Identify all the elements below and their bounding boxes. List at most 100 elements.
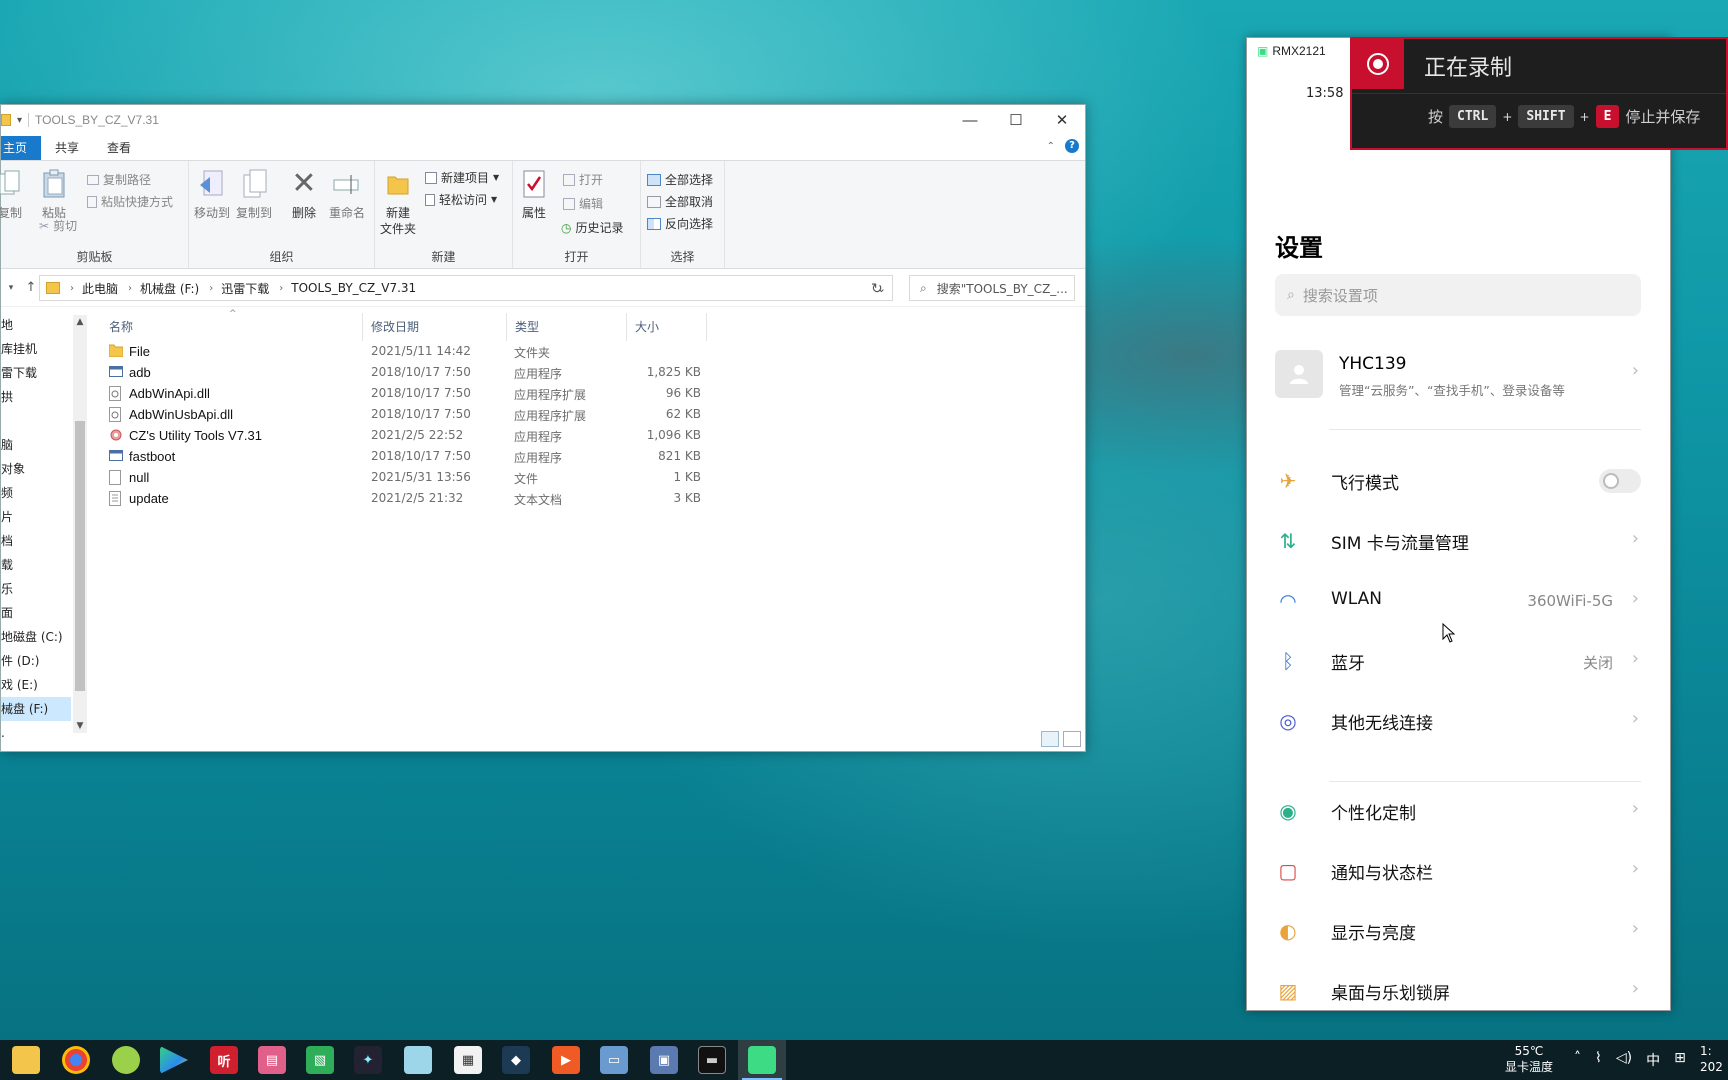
file-row[interactable]: fastboot 2018/10/17 7:50 应用程序 821 KB (101, 446, 1081, 467)
network-app-taskbar-icon[interactable]: ▣ (650, 1046, 678, 1074)
nav-item[interactable]: 库挂机 (1, 337, 71, 361)
history-button[interactable]: ◷ 历史记录 (561, 219, 624, 236)
chevron-right-icon[interactable]: › (128, 283, 132, 294)
keyboard-grid-icon[interactable]: ⊞ (1674, 1050, 1686, 1070)
breadcrumb-xunlei-downloads[interactable]: 迅雷下载 (221, 280, 269, 297)
ime-indicator[interactable]: 中 (1646, 1050, 1660, 1070)
copy-to-button[interactable]: 复制到 (235, 167, 273, 221)
paste-button[interactable]: 粘贴 (39, 167, 69, 221)
file-row[interactable]: AdbWinApi.dll 2018/10/17 7:50 应用程序扩展 96 KB (101, 383, 1081, 404)
large-icons-view-button[interactable] (1063, 731, 1081, 747)
rename-button[interactable]: 重命名 (327, 167, 367, 221)
minimize-button[interactable]: — (947, 105, 993, 135)
settings-row[interactable]: ▨ 桌面与乐划锁屏 › (1275, 968, 1641, 1010)
settings-row[interactable]: ◉ 个性化定制 › (1275, 788, 1641, 832)
file-row[interactable]: null 2021/5/31 13:56 文件 1 KB (101, 467, 1081, 488)
refresh-icon[interactable]: ↻ (871, 281, 883, 297)
column-date[interactable]: 修改日期 (363, 313, 507, 341)
terminal-taskbar-icon[interactable]: ▬ (698, 1046, 726, 1074)
wps-taskbar-icon[interactable]: ▶ (552, 1046, 580, 1074)
image-viewer-taskbar-icon[interactable]: ▧ (306, 1046, 334, 1074)
nav-scrollbar[interactable]: ▲ ▼ (73, 315, 87, 733)
scrollbar-thumb[interactable] (75, 421, 85, 691)
calculator-icon[interactable]: ▦ (454, 1046, 482, 1074)
account-row[interactable]: YHC139 管理“云服务”、“查找手机”、登录设备等 › (1275, 350, 1641, 400)
nav-item[interactable]: 械盘 (F:) (1, 697, 71, 721)
tab-share[interactable]: 共享 (41, 136, 93, 160)
nav-item[interactable]: . (1, 721, 71, 745)
properties-button[interactable]: 属性 (519, 167, 549, 221)
details-view-button[interactable] (1041, 731, 1059, 747)
settings-row[interactable]: ◠ WLAN 360WiFi-5G › (1275, 578, 1641, 622)
close-button[interactable]: ✕ (1039, 105, 1085, 135)
nav-item[interactable]: 面 (1, 601, 71, 625)
help-icon[interactable]: ? (1065, 139, 1079, 153)
file-row[interactable]: AdbWinUsbApi.dll 2018/10/17 7:50 应用程序扩展 62 … (101, 404, 1081, 425)
delete-button[interactable]: ✕ 删除 (289, 167, 319, 221)
column-size[interactable]: 大小 (627, 313, 707, 341)
file-explorer-taskbar-icon[interactable] (12, 1046, 40, 1074)
invert-selection-button[interactable]: 反向选择 (647, 215, 713, 232)
settings-row[interactable]: ᛒ 蓝牙 关闭 › (1275, 638, 1641, 682)
nav-item[interactable]: 对象 (1, 457, 71, 481)
bilibili-taskbar-icon[interactable]: ▤ (258, 1046, 286, 1074)
settings-row[interactable]: ✈ 飞行模式 (1275, 458, 1641, 502)
open-button[interactable]: 打开 (563, 171, 603, 188)
network-icon[interactable]: ⌇ (1595, 1050, 1602, 1070)
tab-home[interactable]: 主页 (1, 136, 42, 160)
copy-button[interactable]: 复制 (0, 167, 25, 221)
settings-row[interactable]: ▢ 通知与状态栏 › (1275, 848, 1641, 892)
chevron-right-icon[interactable]: › (209, 283, 213, 294)
nav-item[interactable]: 雷下载 (1, 361, 71, 385)
volume-icon[interactable]: ◁) (1616, 1050, 1632, 1070)
file-row[interactable]: CZ's Utility Tools V7.31 2021/2/5 22:52 应用… (101, 425, 1081, 446)
nav-item[interactable]: 乐 (1, 577, 71, 601)
chevron-right-icon[interactable]: › (279, 283, 283, 294)
move-to-button[interactable]: 移动到 (193, 167, 231, 221)
settings-search-input[interactable]: ⌕ 搜索设置项 (1275, 274, 1641, 316)
notes-taskbar-icon[interactable] (404, 1046, 432, 1074)
scroll-down-icon[interactable]: ▼ (73, 721, 87, 731)
new-item-button[interactable]: 新建项目 ▼ (425, 169, 499, 186)
nav-item[interactable]: 地 (1, 313, 71, 337)
maximize-button[interactable]: ☐ (993, 105, 1039, 135)
column-type[interactable]: 类型 (507, 313, 627, 341)
recent-locations-icon[interactable]: ▾ (1, 283, 21, 293)
settings-row[interactable]: ◎ 其他无线连接 › (1275, 698, 1641, 742)
chrome-taskbar-icon[interactable] (62, 1046, 90, 1074)
clock[interactable]: 1: 202 (1700, 1043, 1723, 1075)
nav-item[interactable]: 档 (1, 529, 71, 553)
nav-item[interactable]: 载 (1, 553, 71, 577)
remote-desktop-taskbar-icon[interactable]: ▭ (600, 1046, 628, 1074)
easy-access-button[interactable]: 轻松访问 ▼ (425, 191, 497, 208)
address-bar[interactable]: › 此电脑 › 机械盘 (F:) › 迅雷下载 › TOOLS_BY_CZ_V7… (39, 275, 893, 301)
select-all-button[interactable]: 全部选择 (647, 171, 713, 188)
chevron-up-icon[interactable]: ˄ (1574, 1050, 1581, 1070)
nav-item[interactable]: 片 (1, 505, 71, 529)
nav-item[interactable]: 拱 (1, 385, 71, 409)
reader-taskbar-icon[interactable]: 听 (210, 1046, 238, 1074)
nav-item[interactable]: 戏 (E:) (1, 673, 71, 697)
column-name[interactable]: 名称 (101, 313, 363, 341)
ribbon-collapse-icon[interactable]: ⌃ (1047, 141, 1055, 152)
breadcrumb-this-pc[interactable]: 此电脑 (82, 280, 118, 297)
search-input[interactable]: ⌕ 搜索"TOOLS_BY_CZ_... (909, 275, 1075, 301)
nav-item[interactable]: 件 (D:) (1, 649, 71, 673)
new-folder-button[interactable]: 新建 文件夹 (379, 167, 417, 237)
scroll-up-icon[interactable]: ▲ (73, 317, 87, 327)
airplane-mode-toggle[interactable] (1599, 469, 1641, 493)
nav-item[interactable]: 脑 (1, 433, 71, 457)
settings-row[interactable]: ⇅ SIM 卡与流量管理 › (1275, 518, 1641, 562)
folder-quick-access-icon[interactable] (1, 114, 11, 126)
app-taskbar-icon[interactable]: ◆ (502, 1046, 530, 1074)
play-store-taskbar-icon[interactable] (160, 1046, 188, 1074)
up-arrow-icon[interactable]: ↑ (21, 280, 41, 295)
stop-recording-button[interactable] (1352, 39, 1404, 89)
android-taskbar-icon[interactable] (748, 1046, 776, 1074)
nav-item[interactable] (1, 409, 71, 433)
breadcrumb-drive-f[interactable]: 机械盘 (F:) (140, 280, 199, 297)
file-row[interactable]: adb 2018/10/17 7:50 应用程序 1,825 KB (101, 362, 1081, 383)
browser-taskbar-icon[interactable] (112, 1046, 140, 1074)
quick-access-dropdown-icon[interactable]: ▾ (17, 115, 22, 126)
edit-button[interactable]: 编辑 (563, 195, 603, 212)
